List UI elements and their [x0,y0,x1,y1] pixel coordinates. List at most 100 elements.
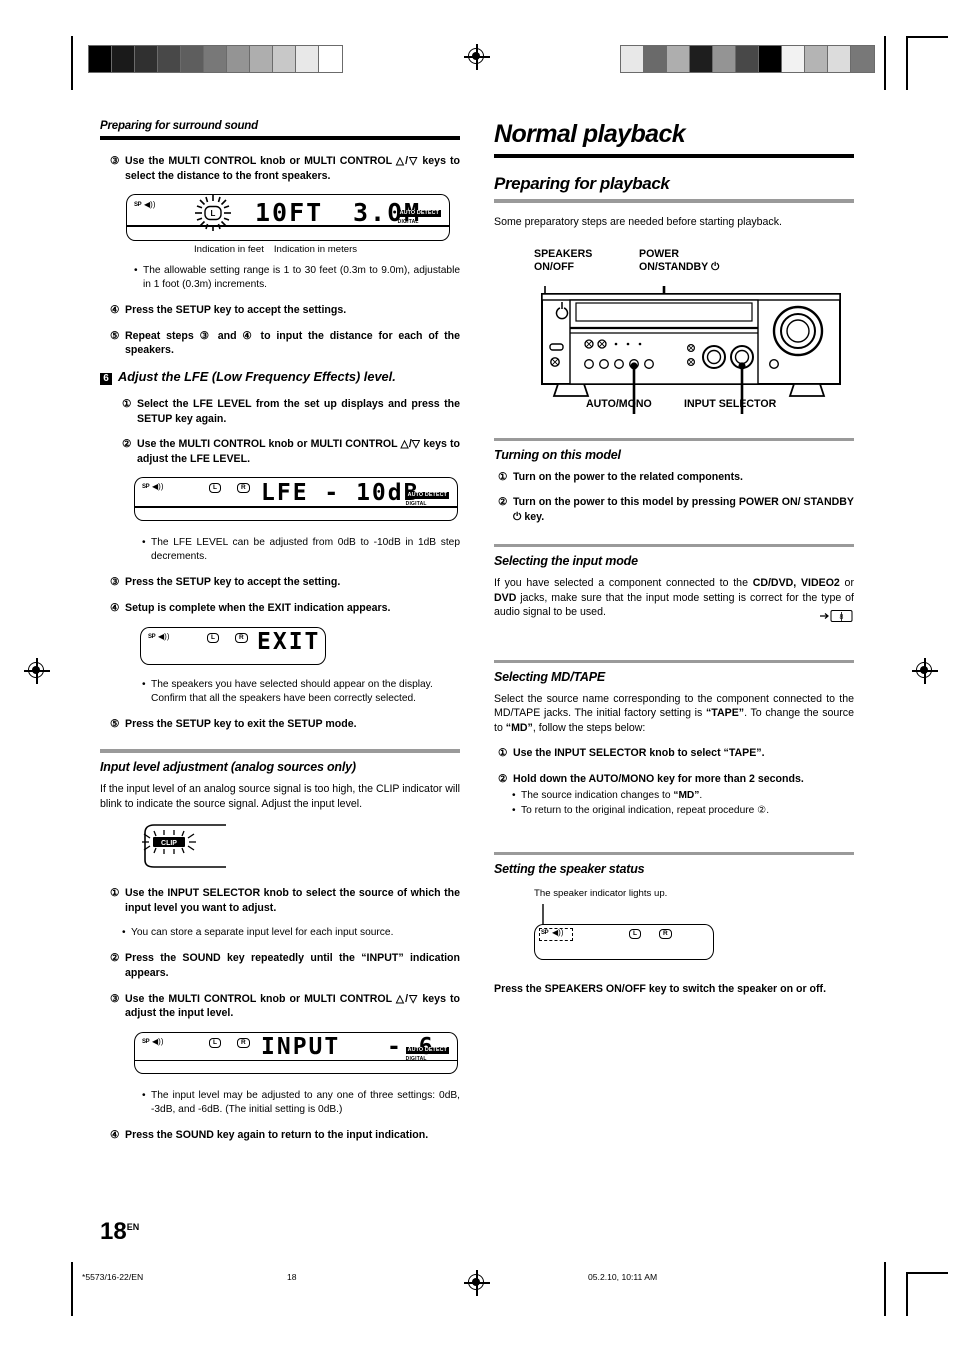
grayscale-calibration-strip-left [88,45,343,73]
auto-detect-badge: AUTO DETECT DIGITAL [405,1038,449,1062]
section-intro: Some preparatory steps are needed before… [494,216,782,228]
md-tape-bold-a: “TAPE” [706,707,745,720]
turning-on-step-1-text: Turn on the power to the related compone… [513,470,743,483]
clip-label: CLIP [161,840,177,847]
lfe-step-3-number: ③ [110,576,120,589]
label-speakers-on-off: SPEAKERS ON/OFF [534,247,593,273]
step-5-ref-1: ③ [199,329,212,342]
auto-detect-badge-top: AUTO DETECT [405,492,449,500]
input-level-step-2-text: Press the SOUND key repeatedly until the… [125,952,460,979]
md-tape-bullet-2: • To return to the original indication, … [494,804,854,818]
speaker-status-closing: Press the SPEAKERS ON/OFF key to switch … [494,983,827,996]
input-level-bullet-1-text: You can store a separate input level for… [131,927,394,939]
receiver-diagram: SPEAKERS ON/OFF POWER ON/STANDBY ⏻ AUTO/… [494,248,854,418]
left-channel-indicator: L [207,632,219,643]
input-level-step-2-number: ② [110,952,120,965]
registration-mark-bottom [464,1270,490,1296]
bullet-range-text: The allowable setting range is 1 to 30 f… [143,265,460,291]
speaker-status-rule [494,852,854,856]
speaker-indicator-label: SP [134,202,142,209]
display-distance-captions: Indication in feet Indication in meters [126,244,460,255]
lfe-step-2-number: ② [122,438,132,451]
speaker-status-leader-line [542,904,544,927]
md-tape-bullet-1-text: The source indication changes to “MD”. [521,790,703,802]
chapter-title: Normal playback [494,120,686,148]
input-level-step-4-text: Press the SOUND key again to return to t… [125,1128,429,1141]
bullet-lfe-text: The LFE LEVEL can be adjusted from 0dB t… [151,537,460,563]
step-5-text-a: Repeat steps [125,329,194,342]
caption-meters: Indication in meters [273,244,358,256]
page-reference: 8 [494,607,854,625]
footer-left: *5573/16-22/EN [82,1272,144,1282]
left-channel-indicator: L [209,483,221,494]
md-tape-step-2-number: ② [498,772,508,785]
speaker-indicator-label: SP [142,1038,150,1045]
page-number: 18 [100,1218,127,1245]
lfe-step-4-text: Setup is complete when the EXIT indicati… [125,601,391,614]
md-tape-bullet-1: • The source indication changes to “MD”. [494,789,854,803]
input-level-rule [100,749,460,754]
segment-feet: 10FT [255,198,324,228]
md-tape-step-2-text: Hold down the AUTO/MONO key for more tha… [513,772,804,785]
crop-mark-top-left-v [71,36,73,90]
display-distance: SP ◀)) L 10FT 3.0M AUTO DETECT DIGITAL [126,194,450,242]
bullet-dot: • [142,678,146,690]
svg-text:L: L [211,209,216,218]
receiver-front-panel-illustration [541,285,841,414]
input-level-step-3: ③ Use the MULTI CONTROL knob or MULTI CO… [100,992,460,1021]
crop-mark-bottom-right-corner-h [906,1272,948,1274]
speaker-status-caption: The speaker indicator lights up. [534,888,668,900]
bullet-dot: • [122,927,126,939]
right-column: Normal playback Preparing for playback S… [494,120,854,1008]
running-head: Preparing for surround sound [100,120,258,132]
step-5-text: Repeat steps ③ and ④ to input the distan… [125,329,460,358]
speaker-indicator-label: SP [142,484,150,491]
big-step-6: 6 Adjust the LFE (Low Frequency Effects)… [100,369,460,385]
input-level-step-1: ① Use the INPUT SELECTOR knob to select … [100,886,460,915]
speaker-icon: ◀)) [144,200,156,210]
blinking-left-indicator: L [195,195,231,232]
turning-on-step-2: ② Turn on the power to this model by pre… [494,495,854,524]
crop-mark-bottom-right-v [884,1262,886,1316]
bullet-range: • The allowable setting range is 1 to 30… [100,264,460,292]
segment-input-name: INPUT [261,1033,341,1060]
bullet-lfe: • The LFE LEVEL can be adjusted from 0dB… [100,536,460,564]
turning-on-rule [494,437,854,441]
display-clip: CLIP [140,822,226,870]
input-mode-heading: Selecting the input mode [494,554,638,569]
running-head-rule [100,136,460,140]
speaker-icon: ◀)) [552,928,564,938]
md-tape-step-1: ① Use the INPUT SELECTOR knob to select … [494,746,854,761]
step-5-text-b: and [217,329,237,342]
right-channel-indicator: R [237,483,250,494]
left-channel-indicator: L [209,1037,221,1048]
big-step-6-text: Adjust the LFE (Low Frequency Effects) l… [118,368,396,384]
auto-detect-badge-bottom: DIGITAL [405,1055,427,1062]
speaker-indicator-label: SP [541,930,549,937]
md-tape-text-c: , follow the steps below: [532,721,646,734]
step-4-text: Press the SETUP key to accept the settin… [125,304,347,317]
crop-mark-top-right-v [884,36,886,90]
input-level-bullet-2-text: The input level may be adjusted to any o… [151,1089,460,1115]
lfe-step-2-text: Use the MULTI CONTROL knob or MULTI CONT… [137,438,460,465]
turning-on-step-2-number: ② [498,496,508,509]
input-level-step-3-number: ③ [110,992,120,1005]
right-channel-indicator: R [237,1037,250,1048]
page-number-block: 18EN [100,1218,139,1246]
bullet-dot: • [142,1089,146,1101]
lfe-step-5: ⑤ Press the SETUP key to exit the SETUP … [100,717,460,732]
input-level-step-4-number: ④ [110,1128,120,1141]
input-mode-text-a: If you have selected a component connect… [494,577,753,590]
grayscale-calibration-strip-right [620,45,875,73]
turning-on-heading: Turning on this model [494,447,621,462]
registration-mark-right [912,658,938,684]
turning-on-step-2-text: Turn on the power to this model by press… [513,496,854,523]
input-level-heading: Input level adjustment (analog sources o… [100,760,356,775]
lfe-step-3-text: Press the SETUP key to accept the settin… [125,576,341,589]
display-lfe: SP ◀)) L R LFE - 10dB AUTO DETECT DIGITA… [134,477,458,522]
lfe-step-4: ④ Setup is complete when the EXIT indica… [100,601,460,616]
lfe-step-4-number: ④ [110,601,120,614]
auto-detect-badge-top: AUTO DETECT [397,210,441,218]
big-step-6-number: 6 [100,369,118,385]
bullet-dot: • [134,265,138,277]
